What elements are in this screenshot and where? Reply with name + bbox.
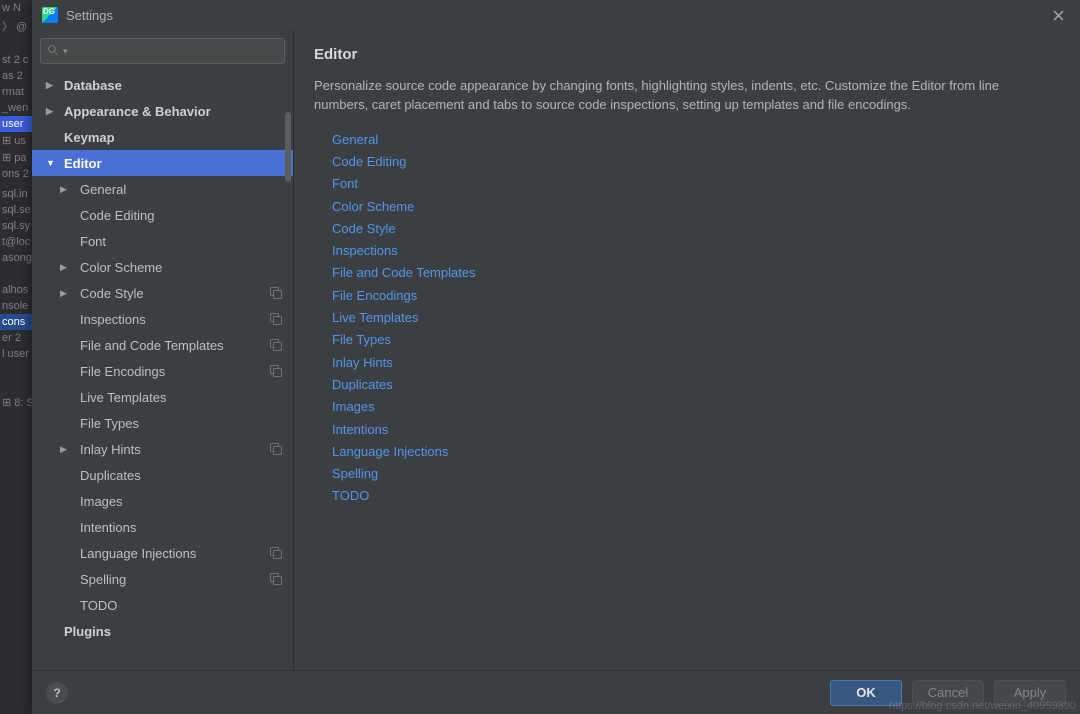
settings-link-font[interactable]: Font xyxy=(332,173,1060,195)
tree-item-live-templates[interactable]: Live Templates xyxy=(32,384,293,410)
tree-item-label: Code Style xyxy=(80,286,269,301)
settings-link-color-scheme[interactable]: Color Scheme xyxy=(332,196,1060,218)
tree-item-editor[interactable]: ▼ Editor xyxy=(32,150,293,176)
settings-link-intentions[interactable]: Intentions xyxy=(332,419,1060,441)
chevron-right-icon: ▶ xyxy=(60,184,72,195)
settings-link-code-editing[interactable]: Code Editing xyxy=(332,151,1060,173)
search-icon xyxy=(47,44,63,59)
scheme-badge-icon xyxy=(269,546,283,560)
scheme-badge-icon xyxy=(269,338,283,352)
tree-item-language-injections[interactable]: Language Injections xyxy=(32,540,293,566)
tree-item-inspections[interactable]: Inspections xyxy=(32,306,293,332)
tree-item-code-editing[interactable]: Code Editing xyxy=(32,202,293,228)
tree-item-file-encodings[interactable]: File Encodings xyxy=(32,358,293,384)
tree-item-label: Font xyxy=(80,234,283,249)
tree-item-label: Database xyxy=(64,78,283,93)
tree-item-todo[interactable]: TODO xyxy=(32,592,293,618)
tree-item-code-style[interactable]: ▶ Code Style xyxy=(32,280,293,306)
settings-link-file-types[interactable]: File Types xyxy=(332,329,1060,351)
chevron-down-icon: ▼ xyxy=(46,158,58,168)
settings-link-spelling[interactable]: Spelling xyxy=(332,463,1060,485)
settings-link-inspections[interactable]: Inspections xyxy=(332,240,1060,262)
tree-item-label: File Types xyxy=(80,416,283,431)
page-title: Editor xyxy=(314,46,1060,63)
settings-sidebar: ▾ ▶ Database ▶ Appearance & Behavior Keymap ▼… xyxy=(32,30,294,670)
tree-item-label: Spelling xyxy=(80,572,269,587)
tree-item-label: TODO xyxy=(80,598,283,613)
tree-item-label: Editor xyxy=(64,156,283,171)
settings-dialog: Settings ▾ ▶ Database ▶ Appearance & Behavi… xyxy=(32,0,1080,714)
tree-item-general[interactable]: ▶ General xyxy=(32,176,293,202)
tree-scrollbar-thumb[interactable] xyxy=(285,112,291,182)
tree-item-label: File Encodings xyxy=(80,364,269,379)
tree-item-label: Appearance & Behavior xyxy=(64,104,283,119)
help-button[interactable]: ? xyxy=(46,682,68,704)
settings-tree[interactable]: ▶ Database ▶ Appearance & Behavior Keymap ▼ Ed… xyxy=(32,72,293,670)
settings-link-inlay-hints[interactable]: Inlay Hints xyxy=(332,352,1060,374)
settings-search[interactable]: ▾ xyxy=(40,38,285,64)
scheme-badge-icon xyxy=(269,442,283,456)
settings-link-todo[interactable]: TODO xyxy=(332,485,1060,507)
tree-item-label: Keymap xyxy=(64,130,283,145)
tree-item-label: Live Templates xyxy=(80,390,283,405)
chevron-right-icon: ▶ xyxy=(46,80,58,91)
tree-item-file-and-code-templates[interactable]: File and Code Templates xyxy=(32,332,293,358)
apply-button[interactable]: Apply xyxy=(994,680,1066,706)
tree-item-label: Images xyxy=(80,494,283,509)
page-description: Personalize source code appearance by ch… xyxy=(314,77,1054,115)
settings-link-general[interactable]: General xyxy=(332,129,1060,151)
settings-link-code-style[interactable]: Code Style xyxy=(332,218,1060,240)
settings-link-duplicates[interactable]: Duplicates xyxy=(332,374,1060,396)
search-input[interactable] xyxy=(68,44,278,58)
tree-item-label: File and Code Templates xyxy=(80,338,269,353)
chevron-right-icon: ▶ xyxy=(60,444,72,455)
tree-item-database[interactable]: ▶ Database xyxy=(32,72,293,98)
tree-item-label: Inlay Hints xyxy=(80,442,269,457)
scheme-badge-icon xyxy=(269,572,283,586)
scheme-badge-icon xyxy=(269,286,283,300)
tree-item-color-scheme[interactable]: ▶ Color Scheme xyxy=(32,254,293,280)
tree-item-label: Code Editing xyxy=(80,208,283,223)
settings-content: Editor Personalize source code appearanc… xyxy=(294,30,1080,670)
background-ide-strip: w N〉 @st 2 cas 2rmat_wenuser⊞ us⊞ paons … xyxy=(0,0,32,714)
tree-item-images[interactable]: Images xyxy=(32,488,293,514)
tree-item-label: Inspections xyxy=(80,312,269,327)
tree-item-appearance-behavior[interactable]: ▶ Appearance & Behavior xyxy=(32,98,293,124)
tree-item-label: General xyxy=(80,182,283,197)
close-icon[interactable] xyxy=(1046,3,1070,27)
tree-item-label: Language Injections xyxy=(80,546,269,561)
tree-item-intentions[interactable]: Intentions xyxy=(32,514,293,540)
chevron-right-icon: ▶ xyxy=(60,262,72,273)
cancel-button[interactable]: Cancel xyxy=(912,680,984,706)
tree-item-file-types[interactable]: File Types xyxy=(32,410,293,436)
scheme-badge-icon xyxy=(269,364,283,378)
settings-link-file-encodings[interactable]: File Encodings xyxy=(332,285,1060,307)
settings-link-file-and-code-templates[interactable]: File and Code Templates xyxy=(332,262,1060,284)
chevron-right-icon: ▶ xyxy=(60,288,72,299)
tree-item-keymap[interactable]: Keymap xyxy=(32,124,293,150)
dialog-title: Settings xyxy=(66,8,1046,23)
settings-link-live-templates[interactable]: Live Templates xyxy=(332,307,1060,329)
scheme-badge-icon xyxy=(269,312,283,326)
chevron-right-icon: ▶ xyxy=(46,106,58,117)
dialog-titlebar: Settings xyxy=(32,0,1080,30)
tree-item-label: Duplicates xyxy=(80,468,283,483)
tree-item-spelling[interactable]: Spelling xyxy=(32,566,293,592)
tree-item-label: Plugins xyxy=(64,624,283,639)
tree-item-duplicates[interactable]: Duplicates xyxy=(32,462,293,488)
tree-item-label: Intentions xyxy=(80,520,283,535)
tree-item-label: Color Scheme xyxy=(80,260,283,275)
settings-link-list: GeneralCode EditingFontColor SchemeCode … xyxy=(314,129,1060,508)
dialog-footer: ? OK Cancel Apply xyxy=(32,670,1080,714)
tree-item-inlay-hints[interactable]: ▶ Inlay Hints xyxy=(32,436,293,462)
ok-button[interactable]: OK xyxy=(830,680,902,706)
settings-link-images[interactable]: Images xyxy=(332,396,1060,418)
tree-item-plugins[interactable]: Plugins xyxy=(32,618,293,644)
app-icon xyxy=(42,7,58,23)
tree-item-font[interactable]: Font xyxy=(32,228,293,254)
settings-link-language-injections[interactable]: Language Injections xyxy=(332,441,1060,463)
